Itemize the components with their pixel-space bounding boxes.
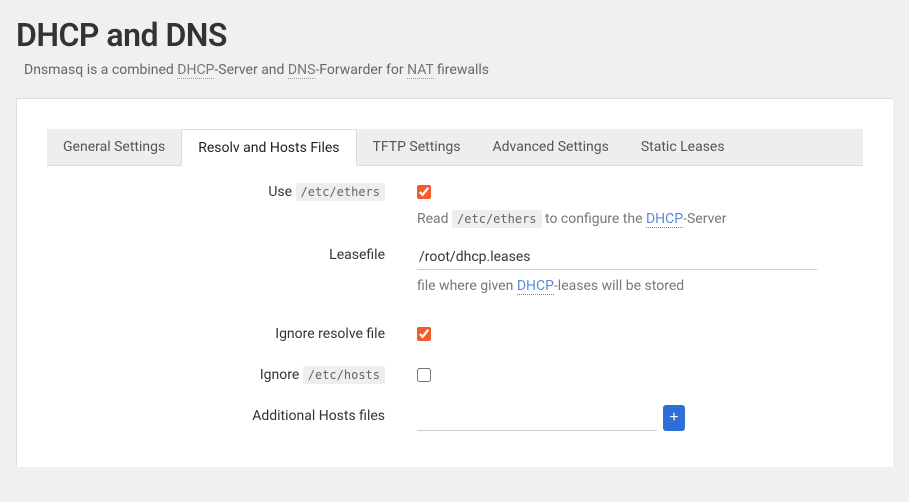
use-ethers-checkbox[interactable]: [417, 185, 431, 199]
dns-link[interactable]: DNS: [288, 62, 316, 79]
tab-general-settings[interactable]: General Settings: [47, 129, 181, 165]
dhcp-lease-link[interactable]: DHCP: [517, 278, 554, 295]
use-ethers-label: Use /etc/ethers: [47, 180, 417, 200]
tab-tftp-settings[interactable]: TFTP Settings: [357, 129, 477, 165]
leasefile-label: Leasefile: [47, 243, 417, 263]
nat-link[interactable]: NAT: [407, 62, 433, 79]
tab-static-leases[interactable]: Static Leases: [625, 129, 741, 165]
dhcp-hint-link[interactable]: DHCP: [646, 211, 683, 228]
add-hosts-button[interactable]: +: [663, 405, 685, 431]
tab-advanced-settings[interactable]: Advanced Settings: [477, 129, 625, 165]
page-subtitle: Dnsmasq is a combined DHCP-Server and DN…: [24, 62, 893, 78]
ignore-hosts-checkbox[interactable]: [417, 368, 431, 382]
additional-hosts-input[interactable]: [417, 406, 657, 431]
tab-resolv-hosts[interactable]: Resolv and Hosts Files: [181, 129, 356, 166]
use-ethers-hint: Read /etc/ethers to configure the DHCP-S…: [417, 211, 833, 227]
dhcp-link[interactable]: DHCP: [177, 62, 214, 79]
additional-hosts-label: Additional Hosts files: [47, 404, 417, 424]
ignore-resolve-checkbox[interactable]: [417, 327, 431, 341]
ignore-hosts-label: Ignore /etc/hosts: [47, 363, 417, 383]
tabs-bar: General Settings Resolv and Hosts Files …: [47, 129, 863, 166]
form-body: Use /etc/ethers Read /etc/ethers to conf…: [17, 166, 893, 431]
page-title: DHCP and DNS: [16, 16, 893, 54]
settings-panel: General Settings Resolv and Hosts Files …: [16, 98, 893, 467]
ignore-resolve-label: Ignore resolve file: [47, 322, 417, 342]
leasefile-input[interactable]: [417, 245, 817, 270]
leasefile-hint: file where given DHCP-leases will be sto…: [417, 278, 833, 294]
